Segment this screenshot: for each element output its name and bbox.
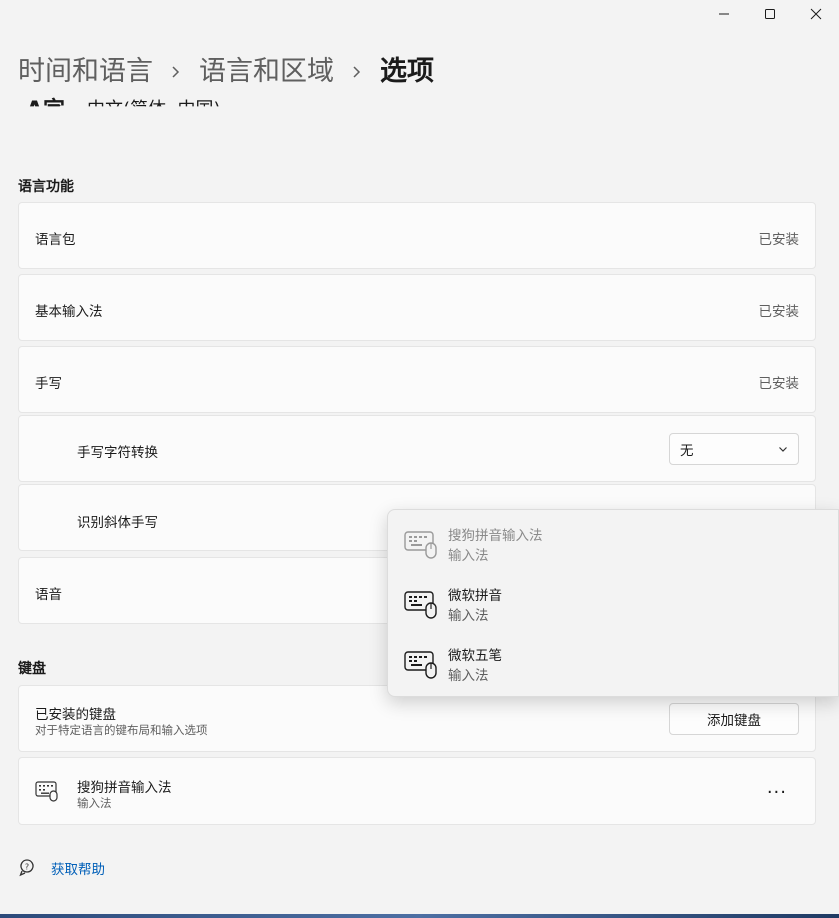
language-icon: A字 (26, 98, 66, 123)
flyout-item-type: 输入法 (448, 668, 489, 684)
minimize-button[interactable] (701, 0, 747, 28)
basic-input-row[interactable]: 基本输入法 已安装 (18, 274, 816, 341)
help-chat-icon: ? (19, 859, 34, 877)
speech-label: 语音 (35, 587, 62, 603)
keyboard-item-type: 输入法 (77, 796, 112, 810)
keyboard-icon (35, 781, 58, 802)
char-conversion-label: 手写字符转换 (77, 445, 158, 461)
installed-keyboards-desc: 对于特定语言的键布局和输入选项 (35, 723, 208, 737)
breadcrumb: 时间和语言 语言和区域 选项 (18, 52, 434, 92)
language-header: A字 中文(简体, 中国) (26, 92, 221, 123)
section-language-features: 语言功能 (18, 179, 74, 195)
flyout-item-name: 微软五笔 (448, 648, 502, 664)
close-button[interactable] (793, 0, 839, 28)
section-keyboard: 键盘 (18, 661, 46, 677)
window-controls (701, 0, 839, 28)
breadcrumb-language-region[interactable]: 语言和区域 (199, 52, 334, 92)
chevron-right-icon (350, 65, 364, 79)
language-pack-status: 已安装 (758, 232, 800, 248)
chevron-down-icon (779, 447, 787, 452)
breadcrumb-options: 选项 (380, 56, 434, 87)
flyout-item-type: 输入法 (448, 608, 489, 624)
handwriting-label: 手写 (35, 376, 62, 392)
keyboard-item-name: 搜狗拼音输入法 (77, 780, 172, 796)
language-pack-row[interactable]: 语言包 已安装 (18, 202, 816, 269)
breadcrumb-time-language[interactable]: 时间和语言 (18, 52, 153, 92)
language-name: 中文(简体, 中国) (87, 99, 221, 120)
flyout-item-sogou: 搜狗拼音输入法 输入法 (388, 516, 838, 572)
handwriting-row[interactable]: 手写 已安装 (18, 346, 816, 413)
close-icon (810, 8, 822, 20)
keyboard-icon (404, 531, 437, 559)
svg-text:?: ? (25, 863, 29, 872)
char-conversion-dropdown[interactable]: 无 (669, 433, 799, 465)
handwriting-status: 已安装 (758, 376, 800, 392)
add-input-method-flyout: 搜狗拼音输入法 输入法 微软拼音 输入法 微软五笔 输入法 (387, 509, 839, 697)
minimize-icon (719, 13, 729, 15)
taskbar-edge (0, 914, 839, 918)
char-conversion-row: 手写字符转换 无 (18, 415, 816, 482)
flyout-item-name: 微软拼音 (448, 588, 502, 604)
flyout-item-microsoft-wubi[interactable]: 微软五笔 输入法 (388, 636, 838, 692)
flyout-item-name: 搜狗拼音输入法 (448, 528, 543, 544)
get-help-link[interactable]: ? 获取帮助 (18, 858, 105, 878)
italic-handwriting-label: 识别斜体手写 (77, 515, 158, 531)
get-help-label: 获取帮助 (51, 862, 105, 878)
chevron-right-icon (169, 65, 183, 79)
char-conversion-value: 无 (680, 443, 694, 459)
more-options-button[interactable]: ··· (767, 782, 787, 803)
keyboard-icon (404, 591, 437, 619)
basic-input-label: 基本输入法 (35, 304, 103, 320)
maximize-icon (765, 9, 775, 19)
keyboard-item-row: 搜狗拼音输入法 输入法 ··· (18, 757, 816, 825)
add-keyboard-button[interactable]: 添加键盘 (669, 703, 799, 735)
basic-input-status: 已安装 (758, 304, 800, 320)
installed-keyboards-label: 已安装的键盘 (35, 707, 116, 723)
language-pack-label: 语言包 (35, 232, 76, 248)
flyout-item-microsoft-pinyin[interactable]: 微软拼音 输入法 (388, 576, 838, 632)
flyout-item-type: 输入法 (448, 548, 489, 564)
keyboard-icon (404, 651, 437, 679)
maximize-button[interactable] (747, 0, 793, 28)
